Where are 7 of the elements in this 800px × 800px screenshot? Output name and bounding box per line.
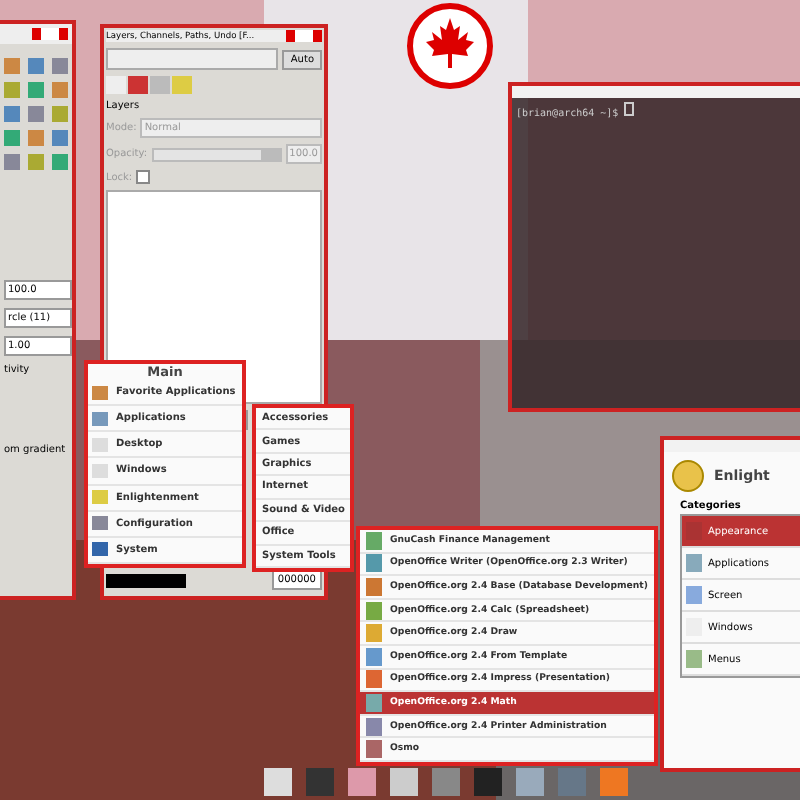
- flag-icon: [32, 28, 68, 40]
- color-swatch[interactable]: [106, 573, 186, 587]
- image-dropdown[interactable]: [106, 48, 279, 70]
- enlightenment-logo-icon: [672, 460, 704, 492]
- lock-checkbox[interactable]: [136, 170, 151, 184]
- flag-icon: [286, 30, 322, 42]
- opacity-slider[interactable]: [153, 149, 280, 159]
